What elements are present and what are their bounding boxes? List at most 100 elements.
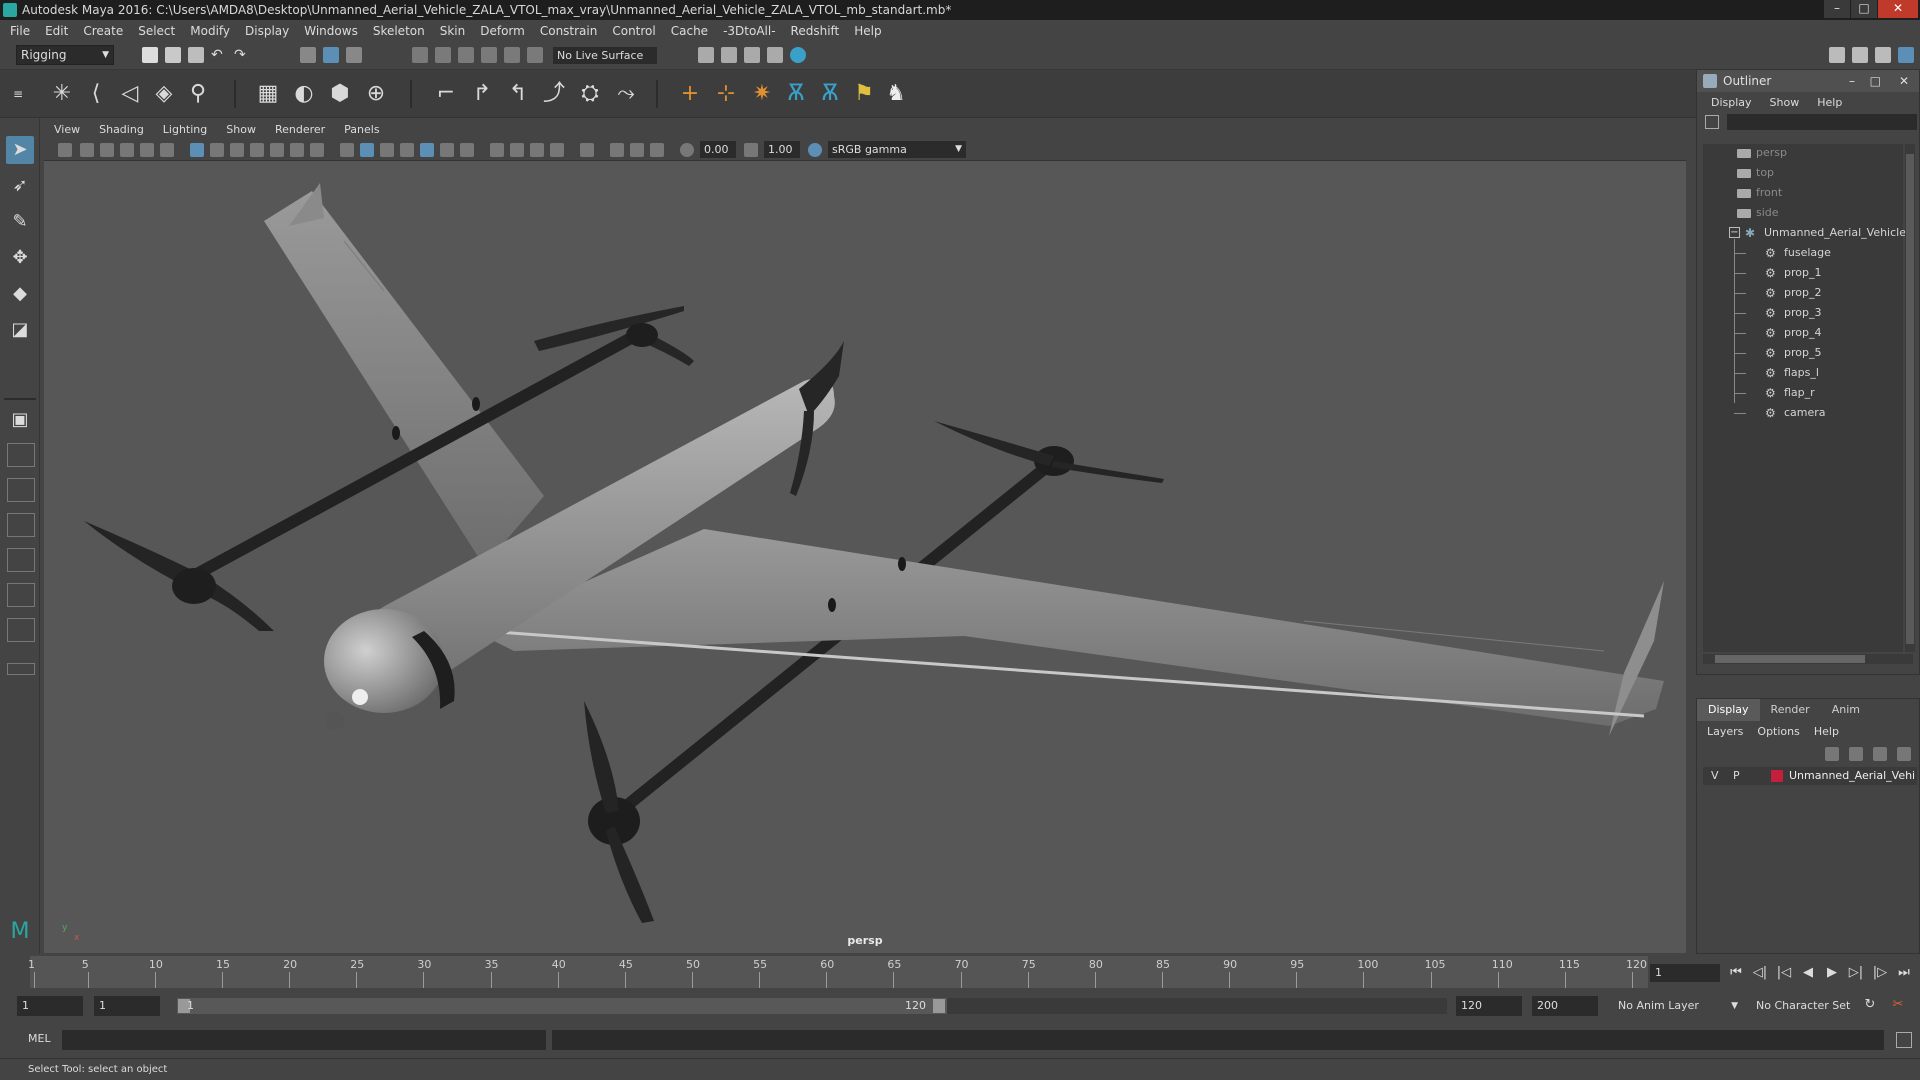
layers-menu-options[interactable]: Options — [1757, 725, 1799, 738]
tree-item-prop-3[interactable]: ⚙ prop_3 — [1765, 304, 1821, 322]
layer-row[interactable]: V P Unmanned_Aerial_Vehic — [1703, 767, 1917, 785]
outliner-search-input[interactable] — [1727, 114, 1917, 130]
tree-item-flap-r[interactable]: ⚙ flap_r — [1765, 384, 1815, 402]
move-layer-up-icon[interactable] — [1825, 747, 1839, 761]
menu-3dtoall[interactable]: -3DtoAll- — [723, 24, 775, 38]
cluster-icon[interactable]: ⊕ — [362, 80, 390, 108]
tree-item-flaps-l[interactable]: ⚙ flaps_l — [1765, 364, 1819, 382]
tab-display[interactable]: Display — [1697, 699, 1760, 721]
tree-item-persp[interactable]: persp — [1737, 144, 1787, 162]
anti-aliasing-icon[interactable] — [530, 143, 544, 157]
select-hierarchy-icon[interactable] — [300, 47, 316, 63]
image-plane-icon[interactable] — [120, 143, 134, 157]
menu-modify[interactable]: Modify — [190, 24, 230, 38]
step-forward-key-icon[interactable]: ▷| — [1846, 964, 1866, 982]
new-layer-selected-icon[interactable] — [1897, 747, 1911, 761]
tab-anim[interactable]: Anim — [1821, 699, 1871, 721]
gate-mask-icon[interactable] — [250, 143, 264, 157]
tab-render[interactable]: Render — [1760, 699, 1821, 721]
playback-start-field[interactable]: 1 — [94, 996, 160, 1016]
gamma-icon[interactable] — [744, 143, 758, 157]
menu-constrain[interactable]: Constrain — [540, 24, 598, 38]
menu-edit[interactable]: Edit — [45, 24, 68, 38]
x-ray-icon[interactable] — [420, 143, 434, 157]
tree-item-front[interactable]: front — [1737, 184, 1782, 202]
perspective-viewport[interactable]: y x persp — [44, 161, 1686, 953]
node-editor-layout-icon[interactable] — [7, 618, 35, 642]
move-tool-icon[interactable]: ✥ — [6, 244, 34, 272]
ik-spline-curve-icon[interactable]: ↰ — [504, 80, 532, 108]
snap-grid-icon[interactable] — [412, 47, 428, 63]
anim-layer-dropdown[interactable]: No Anim Layer ▼ — [1610, 996, 1740, 1016]
undo-icon[interactable]: ↶ — [211, 47, 227, 63]
command-language-label[interactable]: MEL — [28, 1032, 51, 1045]
menu-redshift[interactable]: Redshift — [791, 24, 840, 38]
color-management-icon[interactable] — [808, 143, 822, 157]
step-back-key-icon[interactable]: |◁ — [1774, 964, 1794, 982]
filter-icon[interactable] — [1705, 115, 1719, 129]
animation-start-field[interactable]: 1 — [17, 996, 83, 1016]
select-camera-icon[interactable] — [58, 143, 72, 157]
menu-deform[interactable]: Deform — [480, 24, 525, 38]
viewport-menu-lighting[interactable]: Lighting — [163, 123, 207, 136]
lasso-tool-icon[interactable]: ➶ — [6, 172, 34, 200]
menu-file[interactable]: File — [10, 24, 30, 38]
orient-joint-icon[interactable]: ◈ — [150, 80, 178, 108]
current-frame-field[interactable]: 1 — [1650, 964, 1720, 982]
tree-item-side[interactable]: side — [1737, 204, 1779, 222]
show-manipulator-icon[interactable]: ▣ — [6, 406, 34, 434]
safe-action-icon[interactable] — [290, 143, 304, 157]
new-scene-icon[interactable] — [142, 47, 158, 63]
menu-set-dropdown[interactable]: Rigging ▼ — [16, 45, 114, 65]
menu-display[interactable]: Display — [245, 24, 289, 38]
locator-icon[interactable]: + — [676, 80, 704, 108]
bookmark-icon[interactable] — [100, 143, 114, 157]
tree-item-prop-4[interactable]: ⚙ prop_4 — [1765, 324, 1821, 342]
tree-item-prop-1[interactable]: ⚙ prop_1 — [1765, 264, 1821, 282]
viewport-menu-renderer[interactable]: Renderer — [275, 123, 325, 136]
ik-spline-icon[interactable]: ↱ — [468, 80, 496, 108]
outliner-vertical-scrollbar[interactable] — [1905, 144, 1915, 652]
minimize-button[interactable]: – — [1824, 0, 1850, 18]
lattice-icon[interactable]: ⬢ — [326, 80, 354, 108]
gamma-field[interactable]: 1.00 — [764, 141, 800, 158]
play-backwards-icon[interactable]: ◀ — [1798, 964, 1818, 982]
auto-key-icon[interactable]: ↻ — [1860, 996, 1880, 1014]
menu-select[interactable]: Select — [138, 24, 175, 38]
menu-control[interactable]: Control — [612, 24, 655, 38]
outliner-menu-show[interactable]: Show — [1770, 96, 1800, 109]
render-view-icon[interactable] — [767, 47, 783, 63]
persp-outliner-layout-icon[interactable] — [7, 513, 35, 537]
insert-joint-icon[interactable]: ⟨ — [82, 80, 110, 108]
viewport-menu-show[interactable]: Show — [226, 123, 256, 136]
play-forwards-icon[interactable]: ▶ — [1822, 964, 1842, 982]
tool-settings-icon[interactable] — [1875, 47, 1891, 63]
snap-view-plane-icon[interactable] — [481, 47, 497, 63]
hypershade-icon[interactable] — [790, 47, 806, 63]
tree-item-fuselage[interactable]: ⚙ fuselage — [1765, 244, 1831, 262]
live-surface-field[interactable]: No Live Surface — [553, 47, 657, 64]
render-frame-icon[interactable] — [721, 47, 737, 63]
animation-end-field[interactable]: 200 — [1532, 996, 1598, 1016]
single-perspective-layout-icon[interactable] — [7, 443, 35, 467]
menu-create[interactable]: Create — [83, 24, 123, 38]
animation-preferences-icon[interactable]: ✂ — [1888, 996, 1908, 1014]
two-d-pan-icon[interactable] — [140, 143, 154, 157]
layers-menu-layers[interactable]: Layers — [1707, 725, 1743, 738]
save-scene-icon[interactable] — [188, 47, 204, 63]
constraint-icon[interactable]: ⛭ — [576, 80, 604, 108]
maximize-button[interactable]: □ — [1851, 0, 1877, 18]
wireframe-icon[interactable] — [340, 143, 354, 157]
new-empty-layer-icon[interactable] — [1873, 747, 1887, 761]
attribute-editor-icon[interactable] — [1852, 47, 1868, 63]
layer-color-swatch[interactable] — [1771, 770, 1783, 782]
backface-culling-icon[interactable] — [650, 143, 664, 157]
menu-windows[interactable]: Windows — [304, 24, 358, 38]
persp-graph-layout-icon[interactable] — [7, 548, 35, 572]
menu-skin[interactable]: Skin — [440, 24, 466, 38]
xray-joints-icon[interactable] — [610, 143, 624, 157]
channel-box-icon[interactable] — [1898, 47, 1914, 63]
shadows-icon[interactable] — [460, 143, 474, 157]
motion-blur-icon[interactable] — [510, 143, 524, 157]
four-view-layout-icon[interactable] — [7, 478, 35, 502]
